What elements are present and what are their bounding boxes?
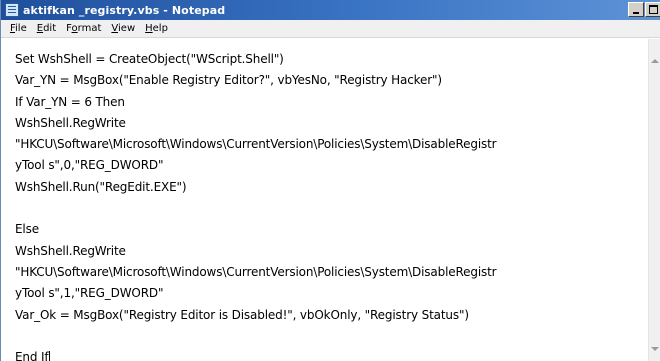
menu-file[interactable]: File [5,20,32,38]
code-line: Var_YN = MsgBox("Enable Registry Editor?… [15,73,442,88]
code-line: Else [15,222,39,237]
code-line: WshShell.RegWrite [15,115,126,130]
code-line: "HKCU\Software\Microsoft\Windows\Current… [15,137,497,152]
menu-help[interactable]: Help [140,20,173,38]
notepad-window: aktifkan _registry.vbs - Notepad File Ed… [0,0,660,361]
code-line: WshShell.RegWrite [15,243,126,258]
vertical-scrollbar[interactable] [648,39,660,361]
window-title: aktifkan _registry.vbs - Notepad [23,3,226,17]
window-controls [628,2,660,17]
maximize-button[interactable] [645,2,660,17]
menu-view[interactable]: View [106,20,140,38]
notepad-icon[interactable] [5,3,19,17]
menu-bar: File Edit Format View Help [1,20,660,38]
code-line: yTool s",0,"REG_DWORD" [15,158,164,173]
scroll-up-button[interactable] [650,55,660,67]
code-line: If Var_YN = 6 Then [15,94,125,109]
title-bar[interactable]: aktifkan _registry.vbs - Notepad [1,0,660,20]
menu-edit[interactable]: Edit [32,20,61,38]
scroll-down-button[interactable] [650,343,660,355]
code-line: WshShell.Run("RegEdit.EXE") [15,179,187,194]
code-line: Set WshShell = CreateObject("WScript.She… [15,52,284,66]
text-editor[interactable]: Set WshShell = CreateObject("WScript.She… [15,49,645,361]
code-line: "HKCU\Software\Microsoft\Windows\Current… [15,264,497,279]
minimize-button[interactable] [628,2,644,17]
menu-format[interactable]: Format [61,20,106,38]
code-line: yTool s",1,"REG_DWORD" [15,286,164,301]
code-line: Var_Ok = MsgBox("Registry Editor is Disa… [15,307,469,322]
text-cursor [49,350,51,361]
code-line-last: End If [15,347,645,361]
chevron-up-icon [651,59,659,63]
chevron-down-icon [651,347,659,351]
